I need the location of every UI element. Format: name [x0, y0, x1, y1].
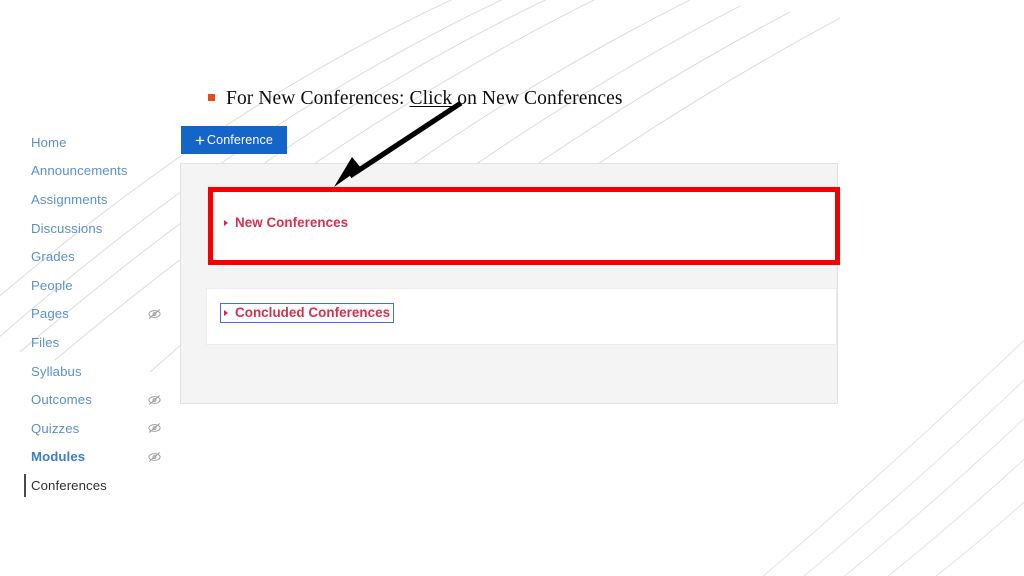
concluded-conferences-link[interactable]: Concluded Conferences [220, 303, 395, 323]
sidebar-item-home[interactable]: Home [22, 128, 174, 157]
triangle-right-icon [224, 309, 228, 316]
eye-slash-icon [148, 423, 161, 434]
sidebar-item-label: Discussions [31, 220, 103, 236]
sidebar-item-label: Outcomes [31, 392, 92, 408]
sidebar-item-label: Assignments [31, 191, 108, 207]
course-navigation: Home Announcements Assignments Discussio… [22, 128, 174, 500]
red-highlight-box [208, 187, 840, 265]
sidebar-item-label: Quizzes [31, 420, 80, 436]
sidebar-item-label: Modules [31, 449, 86, 465]
sidebar-item-pages[interactable]: Pages [22, 300, 174, 329]
sidebar-item-label: Pages [31, 306, 69, 322]
sidebar-item-people[interactable]: People [22, 271, 174, 300]
sidebar-item-outcomes[interactable]: Outcomes [22, 385, 174, 414]
sidebar-item-announcements[interactable]: Announcements [22, 157, 174, 186]
sidebar-item-label: Syllabus [31, 363, 82, 379]
sidebar-item-discussions[interactable]: Discussions [22, 214, 174, 243]
sidebar-item-label: People [31, 277, 73, 293]
heading-suffix: on New Conferences [457, 88, 623, 109]
add-conference-label: Conference [206, 133, 274, 147]
sidebar-item-files[interactable]: Files [22, 328, 174, 357]
sidebar-item-label: Conferences [31, 477, 107, 493]
sidebar-item-conferences[interactable]: Conferences [22, 471, 174, 500]
sidebar-item-assignments[interactable]: Assignments [22, 185, 174, 214]
sidebar-item-modules[interactable]: Modules [22, 443, 174, 472]
eye-slash-icon [148, 451, 161, 462]
sidebar-item-label: Files [31, 334, 60, 350]
sidebar-item-grades[interactable]: Grades [22, 242, 174, 271]
eye-slash-icon [148, 394, 161, 405]
heading-prefix: For New Conferences: [226, 88, 410, 109]
sidebar-item-label: Grades [31, 249, 75, 265]
sidebar-item-syllabus[interactable]: Syllabus [22, 357, 174, 386]
plus-icon: + [194, 130, 205, 150]
slide-canvas: For New Conferences: Click on New Confer… [0, 0, 1024, 576]
eye-slash-icon [148, 309, 161, 319]
slide-heading: For New Conferences: Click on New Confer… [208, 88, 623, 110]
square-bullet-icon [208, 94, 215, 101]
sidebar-item-label: Home [31, 134, 67, 150]
sidebar-item-quizzes[interactable]: Quizzes [22, 414, 174, 443]
add-conference-button[interactable]: + Conference [181, 126, 287, 154]
concluded-conferences-label: Concluded Conferences [235, 305, 391, 320]
slide-heading-text: For New Conferences: Click on New Confer… [226, 88, 623, 110]
sidebar-item-label: Announcements [31, 163, 128, 179]
heading-underlined-word: Click [409, 88, 458, 109]
